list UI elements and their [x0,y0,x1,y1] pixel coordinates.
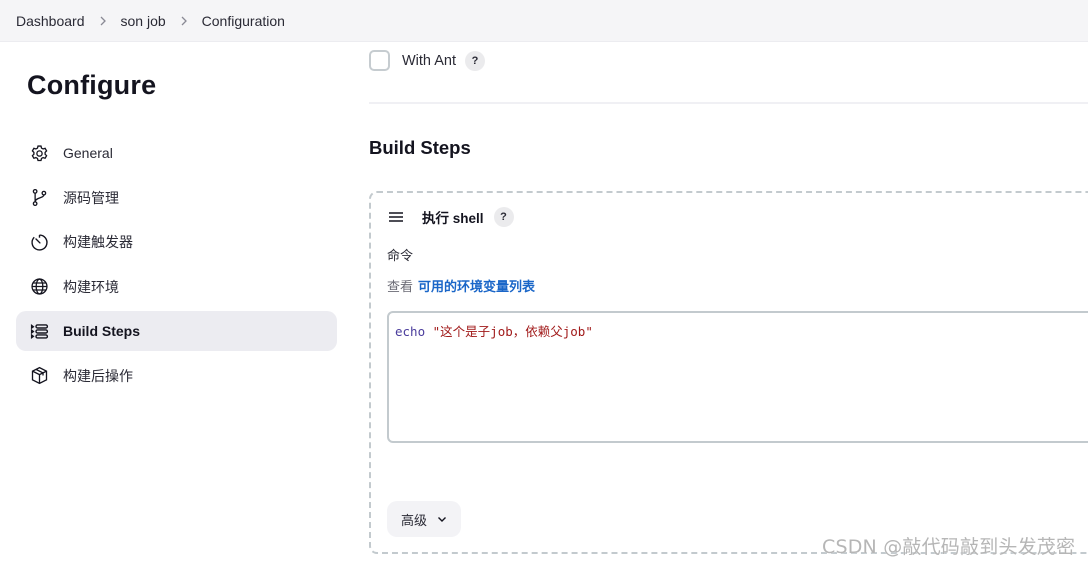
env-vars-prefix: 查看 [387,279,414,294]
sidebar-item-label: 构建后操作 [63,367,133,384]
page-title: Configure [27,70,157,100]
command-string: "这个是子job，依赖父job" [432,324,593,339]
with-ant-option: With Ant ? [369,50,485,71]
breadcrumb-configuration[interactable]: Configuration [202,13,285,29]
env-vars-link[interactable]: 可用的环境变量列表 [418,279,535,294]
command-keyword: echo [395,324,426,339]
sidebar-nav: General 源码管理 构建触发器 构建环境 Build Steps 构建后操… [16,133,337,401]
breadcrumb-bar: Dashboard son job Configuration [0,0,1088,42]
sidebar-item-scm[interactable]: 源码管理 [16,178,337,218]
sidebar-item-label: 构建触发器 [63,234,133,251]
build-step-header: 执行 shell ? [388,207,514,227]
globe-icon [28,276,50,298]
build-step-card: 执行 shell ? 命令 查看 可用的环境变量列表 echo "这个是子job，… [369,191,1088,554]
section-title: Build Steps [369,137,471,158]
advanced-label: 高级 [400,512,427,528]
sidebar-item-build-steps[interactable]: Build Steps [16,311,337,352]
breadcrumb-dashboard[interactable]: Dashboard [16,13,85,29]
command-label: 命令 [387,248,414,263]
build-step-title: 执行 shell [422,211,484,226]
breadcrumb-job[interactable]: son job [121,13,166,29]
env-vars-line: 查看 可用的环境变量列表 [387,276,535,295]
sidebar-item-label: General [63,145,113,161]
divider [369,102,1088,104]
sidebar-item-triggers[interactable]: 构建触发器 [16,222,337,262]
command-textarea[interactable]: echo "这个是子job，依赖父job" [387,311,1088,443]
branch-icon [28,187,50,209]
advanced-button[interactable]: 高级 [387,501,461,537]
package-icon [28,365,50,387]
timer-icon [28,231,50,253]
sidebar-item-post-build[interactable]: 构建后操作 [16,356,337,396]
gear-icon [28,142,50,164]
help-icon[interactable]: ? [493,207,514,227]
watermark: CSDN @敲代码敲到头发茂密 [822,536,1076,558]
chevron-down-icon [438,517,446,522]
chevron-right-icon [85,16,121,26]
sidebar-item-label: 源码管理 [63,189,119,206]
sidebar: Configure General 源码管理 构建触发器 构建环境 Build … [0,42,350,562]
help-icon[interactable]: ? [465,50,485,71]
sidebar-item-general[interactable]: General [16,133,337,173]
sidebar-item-label: Build Steps [63,323,141,340]
chevron-right-icon [166,16,202,26]
with-ant-label[interactable]: With Ant [402,53,456,69]
main-content: With Ant ? Build Steps 执行 shell ? 命令 查看可… [369,42,1088,562]
with-ant-checkbox[interactable] [369,50,390,71]
drag-handle-icon[interactable] [388,210,404,224]
sidebar-item-environment[interactable]: 构建环境 [16,267,337,307]
sidebar-item-label: 构建环境 [63,278,119,295]
list-steps-icon [28,320,50,342]
